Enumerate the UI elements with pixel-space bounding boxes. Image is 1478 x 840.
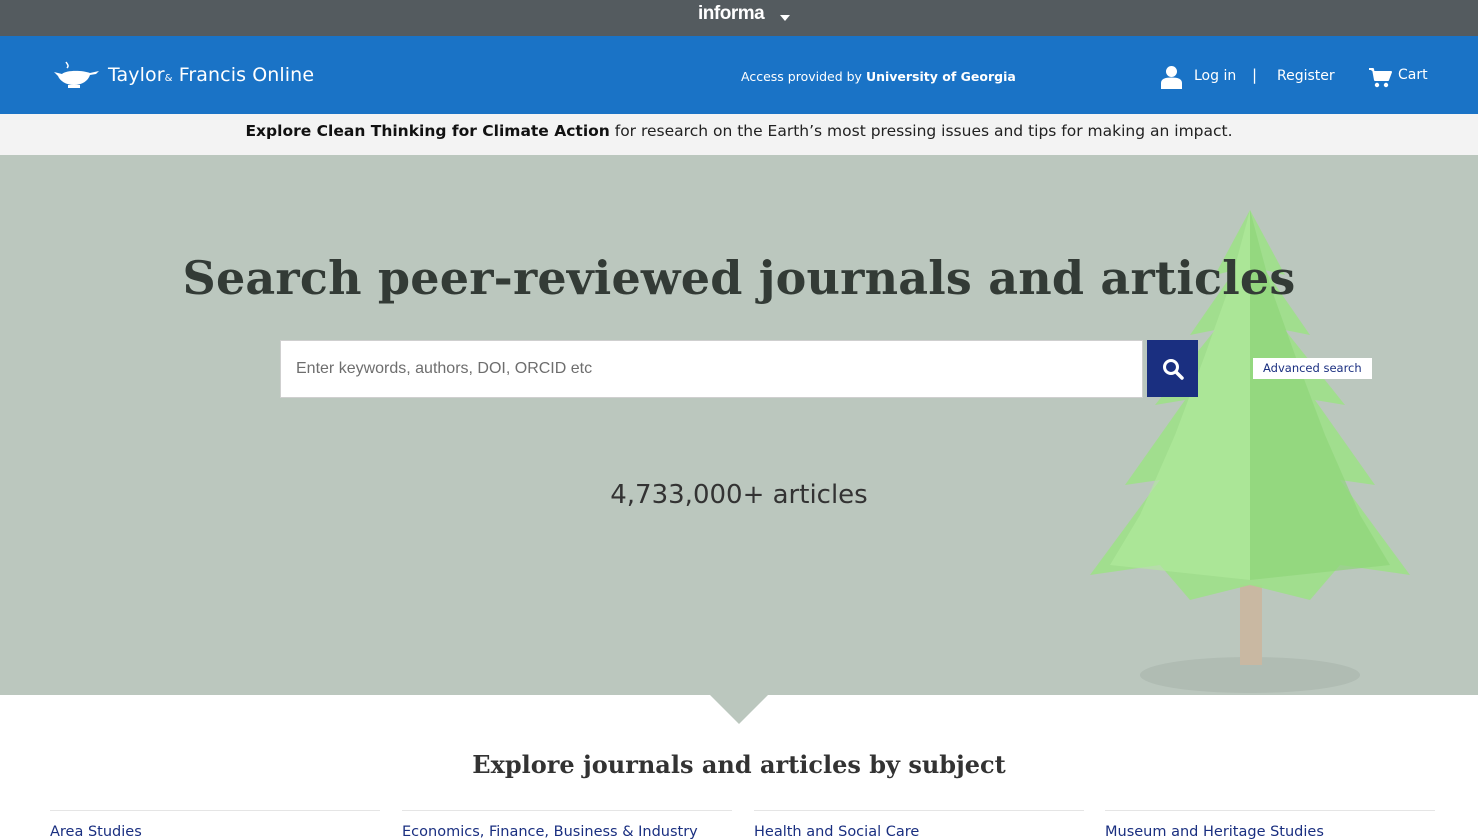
search-button[interactable] xyxy=(1147,340,1198,397)
hero-section: Search peer-reviewed journals and articl… xyxy=(0,155,1478,695)
subject-column: Health and Social Care xyxy=(754,810,1084,840)
subject-link-economics[interactable]: Economics, Finance, Business & Industry xyxy=(402,824,698,840)
access-provided-by: Access provided by University of Georgia xyxy=(741,69,1016,84)
subject-column: Area Studies xyxy=(50,810,380,840)
announcement-text: for research on the Earth’s most pressin… xyxy=(609,122,1233,140)
subject-link-museum[interactable]: Museum and Heritage Studies xyxy=(1105,824,1324,840)
login-link[interactable]: Log in xyxy=(1194,68,1236,84)
site-header: Taylor& Francis Online Access provided b… xyxy=(0,36,1478,114)
search-input[interactable] xyxy=(280,340,1143,398)
informa-bar: informa xyxy=(0,0,1478,36)
cart-icon[interactable] xyxy=(1369,68,1392,88)
user-icon[interactable] xyxy=(1161,65,1182,89)
header-separator: | xyxy=(1252,66,1258,84)
hero-title: Search peer-reviewed journals and articl… xyxy=(182,251,1296,305)
subject-column: Museum and Heritage Studies xyxy=(1105,810,1435,840)
subject-column: Economics, Finance, Business & Industry xyxy=(402,810,732,840)
announcement-banner: Explore Clean Thinking for Climate Actio… xyxy=(0,114,1478,155)
informa-logo[interactable]: informa xyxy=(698,3,765,25)
subjects-heading: Explore journals and articles by subject xyxy=(472,750,1006,779)
chevron-down-icon[interactable] xyxy=(780,15,790,21)
institution-name: University of Georgia xyxy=(865,69,1016,84)
subject-link-health[interactable]: Health and Social Care xyxy=(754,824,919,840)
site-logo-text: Taylor& Francis Online xyxy=(108,64,315,86)
lamp-logo-icon xyxy=(54,61,99,88)
register-link[interactable]: Register xyxy=(1277,68,1335,84)
subject-link-area-studies[interactable]: Area Studies xyxy=(50,824,142,840)
cart-link[interactable]: Cart xyxy=(1398,67,1428,83)
section-pointer xyxy=(709,694,769,724)
article-count: 4,733,000+ articles xyxy=(610,480,868,510)
advanced-search-link[interactable]: Advanced search xyxy=(1253,358,1372,379)
search-icon xyxy=(1162,358,1184,380)
announcement-link[interactable]: Explore Clean Thinking for Climate Actio… xyxy=(245,122,609,140)
